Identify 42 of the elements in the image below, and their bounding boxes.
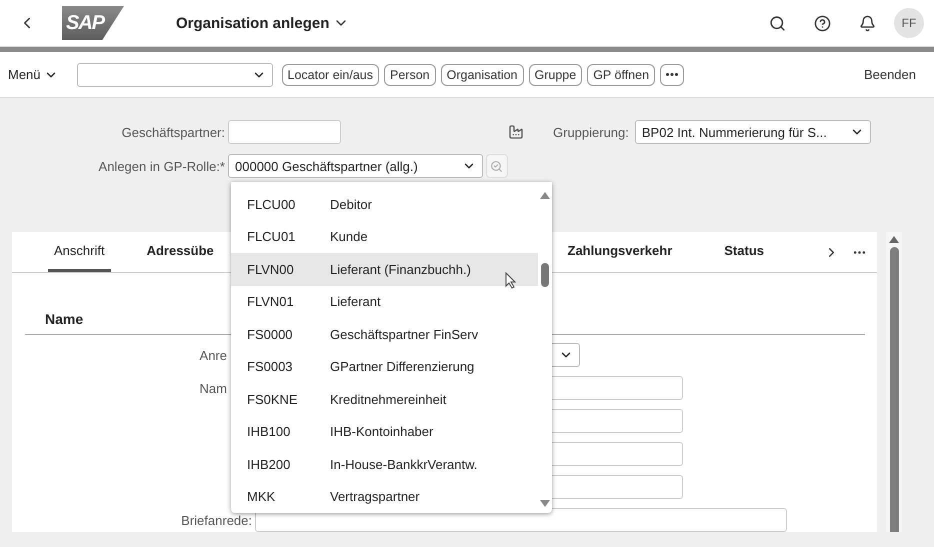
scrollbar-thumb[interactable] (541, 263, 549, 287)
scrollbar[interactable] (886, 232, 902, 532)
pointer-icon (505, 272, 517, 289)
field-label: Gruppierung: (553, 124, 630, 140)
toolbar-button[interactable]: Person (384, 64, 436, 86)
scroll-up-icon[interactable] (889, 236, 899, 243)
menu-button[interactable]: Menü (8, 67, 58, 82)
tab[interactable]: Adressübe (140, 232, 220, 272)
tab[interactable]: Status (718, 232, 770, 272)
dropdown-option[interactable]: FS0000 Geschäftspartner FinServ (231, 318, 538, 350)
dropdown-option[interactable]: FLCU01 Kunde (231, 220, 538, 253)
more-button[interactable] (660, 64, 684, 86)
role-select[interactable]: 000000 Geschäftspartner (allg.) (228, 154, 483, 178)
logo: SAP (62, 6, 124, 40)
factory-icon[interactable] (508, 124, 524, 140)
dropdown-option[interactable]: FLVN00 Lieferant (Finanzbuchh.) (231, 253, 538, 286)
toolbar-button[interactable]: Gruppe (528, 64, 582, 86)
scroll-up-icon[interactable] (540, 192, 550, 199)
dropdown-option[interactable]: FLCU00 Debitor (231, 188, 538, 220)
more-icon (666, 73, 678, 76)
tab[interactable]: Anschrift (48, 232, 111, 272)
field-label: Briefanrede: (180, 512, 253, 528)
tab[interactable]: Zahlungsverkehr (562, 232, 678, 272)
exit-button[interactable]: Beenden (858, 66, 922, 83)
field-label: Anlegen in GP-Rolle:* (98, 158, 226, 174)
field-label: Geschäftspartner: (120, 124, 226, 140)
field-label: Anre (198, 348, 228, 362)
field-label: Nam (198, 380, 228, 396)
toolbar-button[interactable]: GP öffnen (587, 64, 656, 86)
partner-input[interactable] (228, 120, 341, 144)
section-title: Name (45, 311, 84, 327)
toolbar-button[interactable]: Organisation (440, 64, 524, 86)
grouping-select[interactable]: BP02 Int. Nummerierung für S... (634, 120, 871, 144)
toolbar-button[interactable]: Locator ein/aus (282, 64, 380, 86)
dropdown-option[interactable]: FS0003 GPartner Differenzierung (231, 350, 538, 383)
dropdown-option[interactable]: FLVN01 Lieferant (231, 286, 538, 318)
dropdown-option[interactable]: FS0KNE Kreditnehmereinheit (231, 383, 538, 416)
avatar[interactable]: FF (894, 8, 924, 38)
dropdown-option[interactable]: IHB100 IHB-Kontoinhaber (231, 416, 538, 448)
dropdown-option[interactable]: IHB200 In-House-BankkrVerantw. (231, 448, 538, 480)
dropdown-option[interactable]: MKK Vertragspartner (231, 480, 538, 513)
app-title[interactable]: Organisation anlegen (176, 14, 330, 32)
